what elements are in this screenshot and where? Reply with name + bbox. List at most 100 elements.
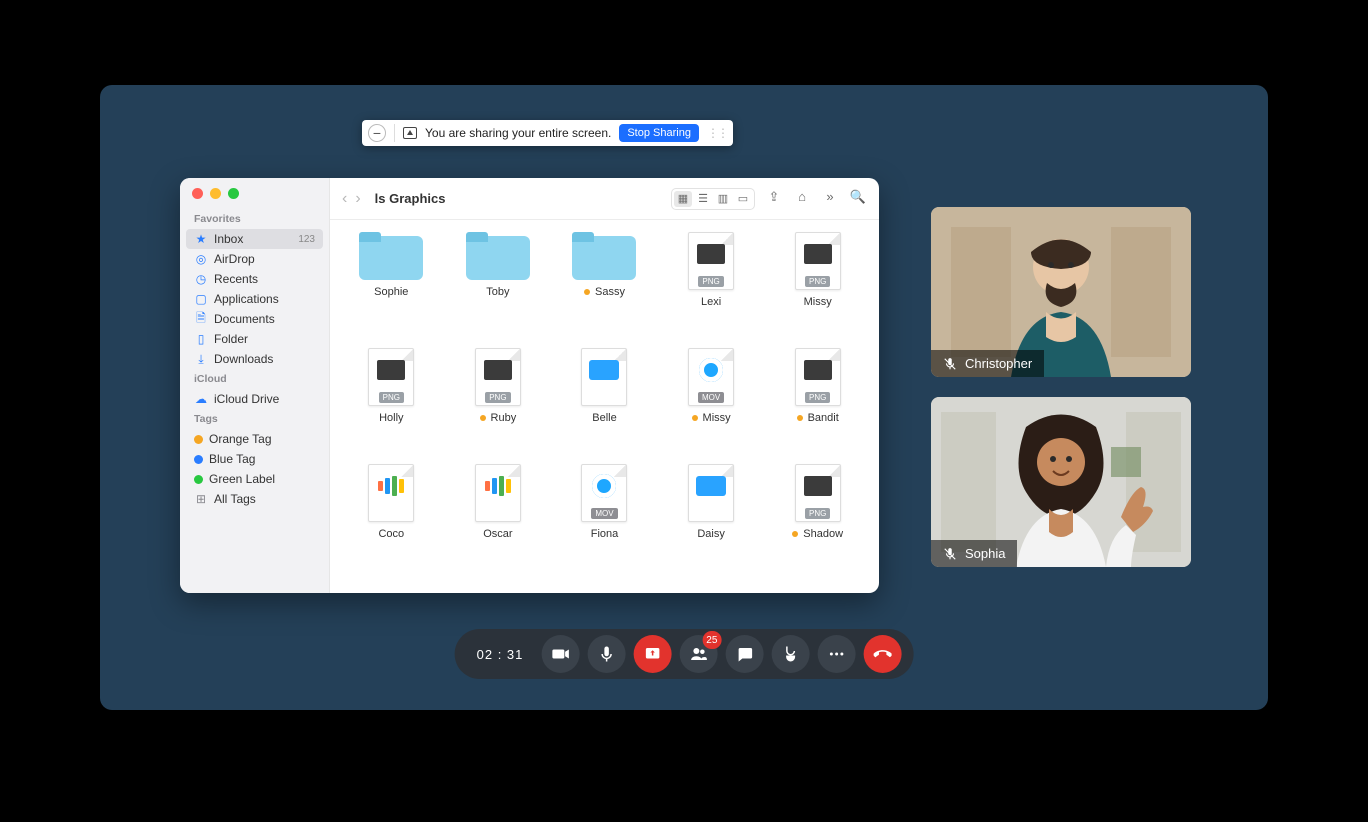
more-button[interactable]: » bbox=[821, 188, 839, 206]
sidebar-label: AirDrop bbox=[214, 252, 255, 266]
sidebar-label: All Tags bbox=[214, 492, 256, 506]
share-button[interactable]: ⇪ bbox=[765, 188, 783, 206]
finder-window: Favorites ★ Inbox 123 ◎ AirDrop ◷ Recent… bbox=[180, 178, 879, 593]
downloads-icon: ⤓ bbox=[194, 352, 208, 366]
sidebar-label: Recents bbox=[214, 272, 258, 286]
folder-icon bbox=[359, 232, 423, 280]
stop-sharing-button[interactable]: Stop Sharing bbox=[619, 124, 699, 142]
orange-dot-icon bbox=[194, 435, 203, 444]
clock-icon: ◷ bbox=[194, 272, 208, 286]
microphone-button[interactable] bbox=[587, 635, 625, 673]
camera-button[interactable] bbox=[541, 635, 579, 673]
png-file-icon: PNG bbox=[368, 348, 414, 406]
file-item[interactable]: Sassy bbox=[553, 232, 656, 342]
tag-flag-icon bbox=[584, 289, 590, 295]
sidebar-item-orange-tag[interactable]: Orange Tag bbox=[180, 429, 329, 449]
file-name: Sassy bbox=[595, 286, 625, 298]
green-dot-icon bbox=[194, 475, 203, 484]
file-name: Toby bbox=[486, 286, 509, 298]
folder-icon: ▯ bbox=[194, 332, 208, 346]
airdrop-icon: ◎ bbox=[194, 252, 208, 266]
blue-dot-icon bbox=[194, 455, 203, 464]
file-item[interactable]: Coco bbox=[340, 464, 443, 574]
file-item[interactable]: PNG Ruby bbox=[447, 348, 550, 458]
file-name: Holly bbox=[379, 412, 403, 424]
file-item[interactable]: PNG Holly bbox=[340, 348, 443, 458]
file-item[interactable]: PNG Shadow bbox=[766, 464, 869, 574]
minimize-window-button[interactable] bbox=[210, 188, 221, 199]
favorites-heading: Favorites bbox=[180, 209, 329, 229]
sidebar-label: Blue Tag bbox=[209, 452, 255, 466]
file-item[interactable]: Toby bbox=[447, 232, 550, 342]
participant-tile[interactable]: Christopher bbox=[931, 207, 1191, 377]
chart-file-icon bbox=[475, 464, 521, 522]
all-tags-icon: ⊞ bbox=[194, 492, 208, 506]
present-icon bbox=[403, 127, 417, 139]
finder-main: ‹ › ls Graphics ▦ ☰ ▥ ▭ ⇪ ⌂ » 🔍 bbox=[330, 178, 879, 593]
toolbar-icons: ▦ ☰ ▥ ▭ ⇪ ⌂ » 🔍 bbox=[671, 188, 867, 210]
share-screen-button[interactable] bbox=[633, 635, 671, 673]
file-item[interactable]: PNG Bandit bbox=[766, 348, 869, 458]
sidebar-label: Applications bbox=[214, 292, 279, 306]
file-item[interactable]: MOV Fiona bbox=[553, 464, 656, 574]
file-item[interactable]: Daisy bbox=[660, 464, 763, 574]
finder-sidebar: Favorites ★ Inbox 123 ◎ AirDrop ◷ Recent… bbox=[180, 178, 330, 593]
participants-panel: Christopher bbox=[931, 207, 1191, 567]
sidebar-item-inbox[interactable]: ★ Inbox 123 bbox=[186, 229, 323, 249]
keynote-file-icon bbox=[688, 464, 734, 522]
png-file-icon: PNG bbox=[688, 232, 734, 290]
search-button[interactable]: 🔍 bbox=[849, 188, 867, 206]
participant-tile[interactable]: Sophia bbox=[931, 397, 1191, 567]
file-item[interactable]: Oscar bbox=[447, 464, 550, 574]
sidebar-label: Orange Tag bbox=[209, 432, 272, 446]
file-item[interactable]: Belle bbox=[553, 348, 656, 458]
sidebar-item-airdrop[interactable]: ◎ AirDrop bbox=[180, 249, 329, 269]
sidebar-label: Documents bbox=[214, 312, 275, 326]
file-item[interactable]: PNG Lexi bbox=[660, 232, 763, 342]
mov-file-icon: MOV bbox=[581, 464, 627, 522]
sidebar-item-recents[interactable]: ◷ Recents bbox=[180, 269, 329, 289]
sidebar-item-green-label[interactable]: Green Label bbox=[180, 469, 329, 489]
file-item[interactable]: MOV Missy bbox=[660, 348, 763, 458]
chat-button[interactable] bbox=[725, 635, 763, 673]
file-name: Fiona bbox=[591, 528, 619, 540]
gallery-view-button[interactable]: ▭ bbox=[734, 191, 752, 207]
sidebar-item-downloads[interactable]: ⤓ Downloads bbox=[180, 349, 329, 369]
tag-flag-icon bbox=[797, 415, 803, 421]
collapse-button[interactable]: − bbox=[368, 124, 386, 142]
end-call-button[interactable] bbox=[863, 635, 901, 673]
forward-button[interactable]: › bbox=[355, 190, 360, 208]
file-item[interactable]: Sophie bbox=[340, 232, 443, 342]
icon-view-button[interactable]: ▦ bbox=[674, 191, 692, 207]
tags-heading: Tags bbox=[180, 409, 329, 429]
file-name: Coco bbox=[378, 528, 404, 540]
column-view-button[interactable]: ▥ bbox=[714, 191, 732, 207]
sidebar-label: iCloud Drive bbox=[214, 392, 279, 406]
participant-name: Sophia bbox=[965, 546, 1005, 561]
sidebar-item-folder[interactable]: ▯ Folder bbox=[180, 329, 329, 349]
reactions-button[interactable] bbox=[771, 635, 809, 673]
drag-grip-icon[interactable]: ⋮⋮ bbox=[707, 126, 727, 140]
file-name: Daisy bbox=[697, 528, 725, 540]
sidebar-item-blue-tag[interactable]: Blue Tag bbox=[180, 449, 329, 469]
cloud-icon: ☁ bbox=[194, 392, 208, 406]
document-icon: 🗎 bbox=[194, 312, 208, 326]
file-name: Lexi bbox=[701, 296, 721, 308]
file-name: Sophie bbox=[374, 286, 408, 298]
list-view-button[interactable]: ☰ bbox=[694, 191, 712, 207]
chart-file-icon bbox=[368, 464, 414, 522]
sidebar-item-documents[interactable]: 🗎 Documents bbox=[180, 309, 329, 329]
tag-flag-icon bbox=[480, 415, 486, 421]
sidebar-item-all-tags[interactable]: ⊞ All Tags bbox=[180, 489, 329, 509]
tags-button[interactable]: ⌂ bbox=[793, 188, 811, 206]
sidebar-item-applications[interactable]: ▢ Applications bbox=[180, 289, 329, 309]
more-options-button[interactable] bbox=[817, 635, 855, 673]
back-button[interactable]: ‹ bbox=[342, 190, 347, 208]
maximize-window-button[interactable] bbox=[228, 188, 239, 199]
close-window-button[interactable] bbox=[192, 188, 203, 199]
participants-button[interactable]: 25 bbox=[679, 635, 717, 673]
icloud-heading: iCloud bbox=[180, 369, 329, 389]
file-item[interactable]: PNG Missy bbox=[766, 232, 869, 342]
sidebar-item-icloud-drive[interactable]: ☁ iCloud Drive bbox=[180, 389, 329, 409]
mic-muted-icon bbox=[943, 547, 957, 561]
